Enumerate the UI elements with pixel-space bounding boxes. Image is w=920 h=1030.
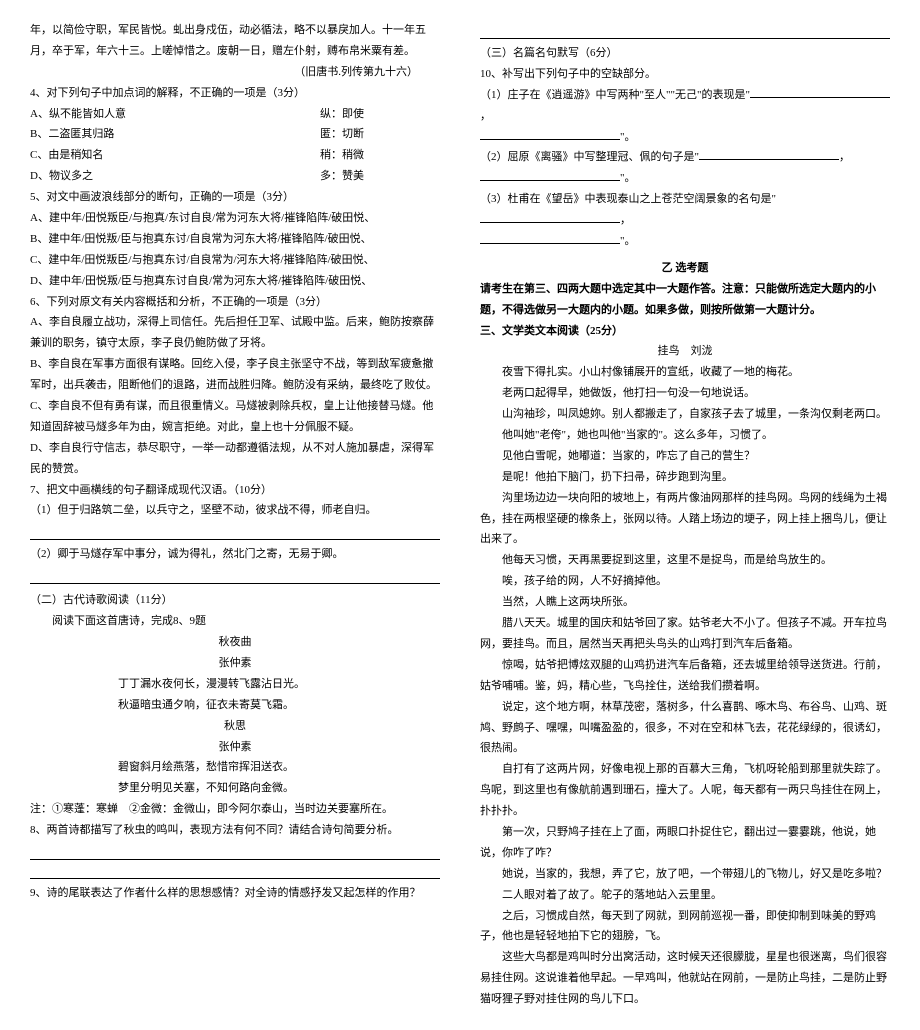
story-para: 他叫她"老侉"，她也叫他"当家的"。这么多年，习惯了。	[480, 425, 890, 446]
story-author: 刘泷	[691, 345, 713, 357]
q4a-right: 纵：即使	[320, 104, 440, 125]
fill-blank[interactable]	[750, 86, 890, 98]
answer-line[interactable]	[30, 569, 440, 584]
story-para: 山沟袖珍，叫凤媳妳。别人都搬走了，自家孩子去了城里，一条沟仅剩老两口。	[480, 404, 890, 425]
q10-2-suffix: "。	[620, 172, 636, 184]
q10-1-prefix: （1）庄子在《逍遥游》中写两种"至人""无己"的表现是"	[480, 89, 750, 101]
q4a-left: A、纵不能皆如人意	[30, 104, 320, 125]
right-column: （三）名篇名句默写（6分） 10、补写出下列句子中的空缺部分。 （1）庄子在《逍…	[480, 20, 890, 1010]
fill-blank[interactable]	[699, 148, 839, 160]
q4-option-d: D、物议多之 多：赞美	[30, 166, 440, 187]
q6-option-c: C、李自良不但有勇有谋，而且很重情义。马燧被剥除兵权，皇上让他接替马燧。他知道固…	[30, 396, 440, 438]
q10-3-prefix: （3）杜甫在《望岳》中表现泰山之上苍茫空阔景象的名句是"	[480, 193, 776, 205]
q4-stem: 4、对下列句子中加点词的解释，不正确的一项是（3分）	[30, 83, 440, 104]
q4d-left: D、物议多之	[30, 166, 320, 187]
q10-stem: 10、补写出下列句子中的空缺部分。	[480, 64, 890, 85]
poem-instruction: 阅读下面这首唐诗，完成8、9题	[30, 611, 440, 632]
poem-author: 张仲素	[30, 653, 440, 674]
story-para: 她说，当家的，我想，弄了它，放了吧，一个带翅儿的飞物儿，好又是吃多啦？	[480, 864, 890, 885]
source-cite: （旧唐书.列传第九十六）	[30, 62, 440, 83]
q7-sub1: （1）但于归路筑二垒，以兵守之，坚壁不动，彼求战不得，师老自归。	[30, 500, 440, 521]
left-column: 年，以简俭守职，军民皆悦。虬出身戍伍，动必循法，略不以暴戾加人。十一年五月，卒于…	[30, 20, 440, 1010]
story-header: 挂鸟 刘泷	[480, 341, 890, 362]
poem-line: 丁丁漏水夜何长，漫漫转飞露沾日光。	[30, 674, 440, 695]
optional-section-title: 乙 选考题	[480, 258, 890, 279]
q4b-right: 匿：切断	[320, 124, 440, 145]
q10-item3b: "。	[480, 231, 890, 252]
fill-blank[interactable]	[480, 211, 620, 223]
story-para: 夜雪下得扎实。小山村像铺展开的宣纸，收藏了一地的梅花。	[480, 362, 890, 383]
poem-line: 秋逼暗虫通夕响，征衣未寄莫飞霜。	[30, 695, 440, 716]
answer-line[interactable]	[30, 525, 440, 540]
q10-item1: （1）庄子在《逍遥游》中写两种"至人""无己"的表现是"，	[480, 85, 890, 127]
fill-blank[interactable]	[480, 232, 620, 244]
answer-line[interactable]	[30, 864, 440, 879]
story-para: 惊喝，姑爷把博炫双腿的山鸡扔进汽车后备箱，还去城里给领导送货进。行前，姑爷哺哺。…	[480, 655, 890, 697]
story-para: 是呢！他拍下脑门，扔下扫帚，碎步跑到沟里。	[480, 467, 890, 488]
q4-option-b: B、二盗匿其归路 匿：切断	[30, 124, 440, 145]
q10-item1b: "。	[480, 127, 890, 148]
q10-2-prefix: （2）屈原《离骚》中写整理冠、佩的句子是"	[480, 151, 699, 163]
story-para: 这些大鸟都是鸡叫时分出窝活动，这时候天还很朦胧，星星也很迷离，鸟们很容易挂住网。…	[480, 947, 890, 1010]
poem-line: 碧窗斜月绘燕落，愁惜帘挥泪送衣。	[30, 757, 440, 778]
section-lit-title: 三、文学类文本阅读（25分）	[480, 321, 890, 342]
answer-line[interactable]	[480, 24, 890, 39]
story-para: 当然，人瞧上这两块所张。	[480, 592, 890, 613]
q4d-right: 多：赞美	[320, 166, 440, 187]
q5-option-a: A、建中年/田悦叛臣/与抱真/东讨自良/常为河东大将/摧锋陷阵/破田悦、	[30, 208, 440, 229]
q4-option-c: C、由是稍知名 稍：稍微	[30, 145, 440, 166]
poem-notes: 注：①寒蓬：寒蝉 ②金微：金微山，即今阿尔泰山，当时边关要塞所在。	[30, 799, 440, 820]
q4-option-a: A、纵不能皆如人意 纵：即使	[30, 104, 440, 125]
q4b-left: B、二盗匿其归路	[30, 124, 320, 145]
section3-head: （三）名篇名句默写（6分）	[480, 43, 890, 64]
story-para: 自打有了这两片网，好像电视上那的百慕大三角，飞机呀轮船到那里就失踪了。鸟呢，到这…	[480, 759, 890, 822]
q4c-right: 稍：稍微	[320, 145, 440, 166]
q6-option-d: D、李自良行守信志，恭尽职守，一举一动都遵循法规，从不对人施加暴虐，深得军民的赞…	[30, 438, 440, 480]
story-para: 二人眼对着了故了。鸵子的落地站入云里里。	[480, 885, 890, 906]
q8-stem: 8、两首诗都描写了秋虫的鸣叫，表现方法有何不同？请结合诗句简要分析。	[30, 820, 440, 841]
q9-stem: 9、诗的尾联表达了作者什么样的思想感情？对全诗的情感抒发又起怎样的作用？	[30, 883, 440, 904]
q7-stem: 7、把文中画横线的句子翻译成现代汉语。（10分）	[30, 480, 440, 501]
q10-1-suffix: "。	[620, 131, 636, 143]
q6-stem: 6、下列对原文有关内容概括和分析，不正确的一项是（3分）	[30, 292, 440, 313]
poem-title: 秋夜曲	[30, 632, 440, 653]
q6-option-a: A、李自良履立战功，深得上司信任。先后担任卫军、试殿中监。后来，鲍防按察薛兼训的…	[30, 312, 440, 354]
para-intro: 年，以简俭守职，军民皆悦。虬出身戍伍，动必循法，略不以暴戾加人。十一年五月，卒于…	[30, 20, 440, 62]
optional-note: 请考生在第三、四两大题中选定其中一大题作答。注意：只能做所选定大题内的小题，不得…	[480, 279, 890, 321]
poem-line: 梦里分明见关塞，不知何路向金微。	[30, 778, 440, 799]
story-para: 见他白雪呢，她嘟道：当家的，咋忘了自己的营生？	[480, 446, 890, 467]
story-para: 之后，习惯成自然，每天到了网就，到网前巡视一番，即使抑制到味美的野鸡子，他也是轻…	[480, 906, 890, 948]
poem-title2: 秋思	[30, 716, 440, 737]
q4c-left: C、由是稍知名	[30, 145, 320, 166]
poem-section-head: （二）古代诗歌阅读（11分）	[30, 590, 440, 611]
answer-line[interactable]	[30, 845, 440, 860]
story-title: 挂鸟	[658, 345, 680, 357]
q5-option-c: C、建中年/田悦叛臣/与抱真东讨/自良常为/河东大将/摧锋陷阵/破田悦、	[30, 250, 440, 271]
q10-item2b: "。	[480, 168, 890, 189]
story-para: 唉，孩子给的网，人不好摘掉他。	[480, 571, 890, 592]
fill-blank[interactable]	[480, 169, 620, 181]
poem-author2: 张仲素	[30, 737, 440, 758]
q10-item3: （3）杜甫在《望岳》中表现泰山之上苍茫空阔景象的名句是"，	[480, 189, 890, 231]
story-para: 老两口起得早，她做饭，他打扫一句没一句地说话。	[480, 383, 890, 404]
q5-stem: 5、对文中画波浪线部分的断句，正确的一项是（3分）	[30, 187, 440, 208]
story-para: 第一次，只野鸠子挂在上了面，两眼口扑捉住它，翻出过一霎霎跳，他说，她说，你咋了咋…	[480, 822, 890, 864]
q10-3-suffix: "。	[620, 235, 636, 247]
fill-blank[interactable]	[480, 128, 620, 140]
story-para: 沟里场边边一块向阳的坡地上，有两片像油网那样的挂鸟网。鸟网的线绳为土褐色，挂在两…	[480, 488, 890, 551]
story-para: 他每天习惯，天再黑要捉到这里，这里不是捉鸟，而是给鸟放生的。	[480, 550, 890, 571]
q5-option-d: D、建中年/田悦叛/臣与抱真东讨自良/常为河东大将/摧锋陷阵/破田悦、	[30, 271, 440, 292]
q10-item2: （2）屈原《离骚》中写整理冠、佩的句子是"，	[480, 147, 890, 168]
story-para: 说定，这个地方啊，林草茂密，落树多，什么喜鹊、啄木鸟、布谷鸟、山鸡、斑鸠、野鹧子…	[480, 697, 890, 760]
q7-sub2: （2）卿于马燧存军中事分，诚为得礼，然北门之寄，无易于卿。	[30, 544, 440, 565]
q6-option-b: B、李自良在军事方面很有谋略。回纥入侵，李子良主张坚守不战，等到敌军疲惫撤军时，…	[30, 354, 440, 396]
q5-option-b: B、建中年/田悦叛/臣与抱真东讨/自良常为河东大将/摧锋陷阵/破田悦、	[30, 229, 440, 250]
story-para: 腊八天天。城里的国庆和姑爷回了家。姑爷老大不小了。但孩子不减。开车拉鸟网，要挂鸟…	[480, 613, 890, 655]
